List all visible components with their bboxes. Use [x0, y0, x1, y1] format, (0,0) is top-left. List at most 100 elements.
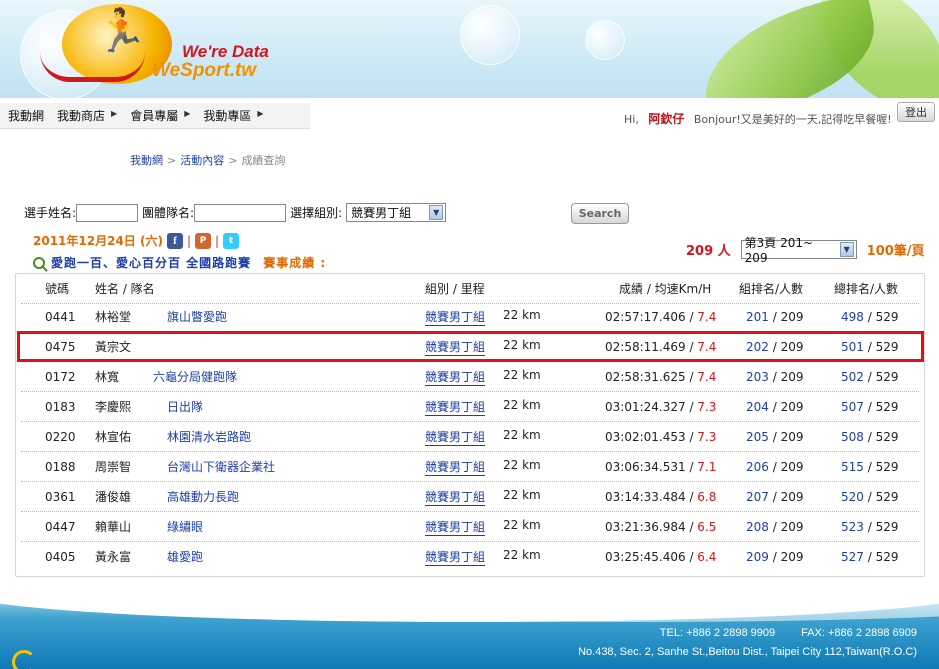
- cell-team-name[interactable]: 六龜分局健跑隊: [153, 362, 237, 392]
- rank-number[interactable]: 508: [841, 430, 864, 444]
- pager: 209 人 第3頁 201~ 209 ▼ 100筆/頁: [686, 236, 925, 265]
- cell-team-name[interactable]: 日出隊: [167, 392, 203, 422]
- cell-group-link[interactable]: 競賽男丁組: [425, 519, 486, 536]
- event-name[interactable]: 愛跑一百、愛心百分百 全國路跑賽: [51, 254, 251, 271]
- rank-total: 529: [875, 310, 899, 324]
- breadcrumb-item-activities[interactable]: 活動內容: [180, 154, 224, 167]
- cell-group-link[interactable]: 競賽男丁組: [425, 549, 486, 566]
- breadcrumb: 我動網 > 活動內容 > 成績查詢: [130, 152, 285, 168]
- rank-number[interactable]: 515: [841, 460, 864, 474]
- cell-group-link[interactable]: 競賽男丁組: [425, 429, 486, 446]
- cell-group-link[interactable]: 競賽男丁組: [425, 309, 486, 326]
- rank-total: 529: [875, 430, 899, 444]
- team-name-input[interactable]: [194, 203, 287, 222]
- slash-separator: /: [863, 460, 876, 474]
- cell-group-link[interactable]: 競賽男丁組: [425, 369, 486, 386]
- cell-overall-rank: 520 / 529: [841, 482, 898, 512]
- header-no: 號碼: [45, 282, 70, 296]
- slash-separator: /: [768, 550, 781, 564]
- rank-number[interactable]: 501: [841, 340, 864, 354]
- rank-number[interactable]: 502: [841, 370, 864, 384]
- search-button[interactable]: Search: [571, 203, 629, 224]
- rank-number[interactable]: 498: [841, 310, 864, 324]
- logout-button[interactable]: 登出: [897, 102, 935, 122]
- cell-team-name[interactable]: 高雄動力長跑: [167, 482, 239, 512]
- brand-name[interactable]: WeSport.tw: [152, 60, 256, 82]
- cell-time: 03:01:24.327 / 7.3: [605, 392, 716, 422]
- nav-item-2[interactable]: 會員專屬 ▶: [122, 107, 195, 124]
- slash-separator: /: [768, 490, 781, 504]
- nav-item-0[interactable]: 我動網: [0, 107, 49, 124]
- cell-team-name[interactable]: 旗山瞥愛跑: [167, 302, 227, 332]
- rank-number[interactable]: 205: [746, 430, 769, 444]
- cell-team-name[interactable]: 台灣山下衛器企業社: [167, 452, 275, 482]
- plurk-icon[interactable]: P: [195, 232, 211, 249]
- facebook-icon[interactable]: f: [166, 232, 183, 249]
- rank-number[interactable]: 202: [746, 340, 769, 354]
- cell-team-name[interactable]: 雄愛跑: [167, 542, 203, 572]
- group-select[interactable]: 競賽男丁組 ▼: [346, 203, 447, 222]
- cell-group-rank: 207 / 209: [746, 482, 803, 512]
- rank-number[interactable]: 208: [746, 520, 769, 534]
- pace: 7.4: [697, 310, 717, 324]
- rank-number[interactable]: 209: [746, 550, 769, 564]
- cell-distance: 22 km: [503, 488, 541, 502]
- cell-time: 03:02:01.453 / 7.3: [605, 422, 716, 452]
- rank-number[interactable]: 204: [746, 400, 769, 414]
- brand-slogan: We're Data: [182, 42, 269, 61]
- bubble-decoration: [585, 20, 625, 60]
- cell-time: 03:06:34.531 / 7.1: [605, 452, 716, 482]
- header-time: 成績 / 均速Km/H: [619, 282, 712, 296]
- breadcrumb-separator: >: [167, 154, 177, 167]
- cell-group-link[interactable]: 競賽男丁組: [425, 459, 486, 476]
- cell-runner-no: 0172: [45, 370, 76, 384]
- logo-swoosh: [40, 52, 145, 82]
- cell-overall-rank: 498 / 529: [841, 302, 898, 332]
- page-select[interactable]: 第3頁 201~ 209 ▼: [740, 236, 857, 265]
- rank-number[interactable]: 527: [841, 550, 864, 564]
- rank-total: 209: [780, 400, 804, 414]
- slash-separator: /: [685, 520, 698, 534]
- cell-runner-name: 黃永富: [95, 550, 132, 564]
- cell-time: 02:58:31.625 / 7.4: [605, 362, 716, 392]
- footer-contact: TEL: +886 2 2898 9909 FAX: +886 2 2898 69…: [634, 627, 917, 639]
- nav-item-1[interactable]: 我動商店 ▶: [49, 107, 122, 124]
- cell-overall-rank: 502 / 529: [841, 362, 898, 392]
- rank-number[interactable]: 507: [841, 400, 864, 414]
- user-name[interactable]: 阿欽仔: [648, 112, 684, 126]
- slash-separator: /: [863, 310, 876, 324]
- participant-total: 209 人: [686, 244, 731, 259]
- breadcrumb-item-home[interactable]: 我動網: [130, 154, 163, 167]
- rank-number[interactable]: 203: [746, 370, 769, 384]
- rank-number[interactable]: 207: [746, 490, 769, 504]
- chevron-down-icon[interactable]: ▼: [429, 205, 444, 220]
- rank-number[interactable]: 206: [746, 460, 769, 474]
- cell-team-name[interactable]: 林園清水岩路跑: [167, 422, 251, 452]
- slash-separator: /: [863, 520, 876, 534]
- cell-overall-rank: 523 / 529: [841, 512, 898, 542]
- rank-number[interactable]: 520: [841, 490, 864, 504]
- rank-total: 529: [875, 460, 899, 474]
- cell-group-link[interactable]: 競賽男丁組: [425, 489, 486, 506]
- cell-runner-no: 0441: [45, 310, 76, 324]
- rank-total: 529: [875, 340, 899, 354]
- pace: 6.8: [697, 490, 717, 504]
- pace: 7.4: [697, 340, 717, 354]
- finish-time: 03:06:34.531: [605, 460, 686, 474]
- chevron-down-icon[interactable]: ▼: [839, 242, 854, 257]
- runner-name-input[interactable]: [76, 203, 139, 222]
- cell-team-name[interactable]: 綠繡眼: [167, 512, 203, 542]
- cell-overall-rank: 508 / 529: [841, 422, 898, 452]
- slash-separator: /: [863, 490, 876, 504]
- cell-group-link[interactable]: 競賽男丁組: [425, 399, 486, 416]
- per-page-label: 100筆/頁: [866, 244, 925, 259]
- cell-group-rank: 205 / 209: [746, 422, 803, 452]
- twitter-icon[interactable]: t: [223, 232, 240, 249]
- rank-number[interactable]: 523: [841, 520, 864, 534]
- cell-group-link[interactable]: 競賽男丁組: [425, 339, 486, 356]
- user-greeting: Hi, 阿欽仔 Bonjour!又是美好的一天,記得吃早餐喔!: [624, 110, 892, 127]
- rank-number[interactable]: 201: [746, 310, 769, 324]
- nav-item-3[interactable]: 我動專區 ▶: [195, 107, 268, 124]
- table-header-row: 號碼 姓名 / 隊名 組別 / 里程 成績 / 均速Km/H 組排名/人數 總排…: [21, 274, 919, 304]
- slash-separator: /: [685, 550, 698, 564]
